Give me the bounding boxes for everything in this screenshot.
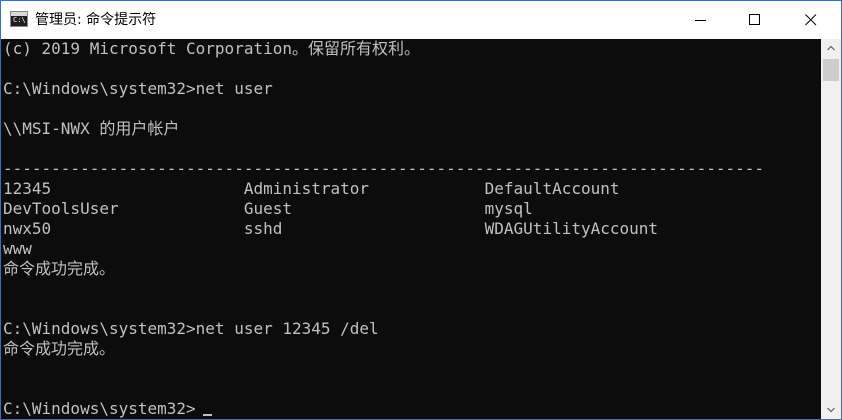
- console-line: C:\Windows\system32>: [3, 399, 196, 418]
- console-line: C:\Windows\system32>net user 12345 /del: [3, 319, 379, 338]
- minimize-button[interactable]: [677, 1, 723, 39]
- chevron-up-icon: [827, 45, 835, 51]
- cmd-app-icon[interactable]: C:\: [10, 11, 28, 27]
- scroll-up-button[interactable]: [821, 39, 841, 57]
- title-bar[interactable]: C:\ 管理员: 命令提示符: [1, 1, 841, 39]
- scroll-down-button[interactable]: [821, 401, 841, 419]
- console-line: (c) 2019 Microsoft Corporation。保留所有权利。: [3, 39, 420, 58]
- console-text: (c) 2019 Microsoft Corporation。保留所有权利。 C…: [3, 39, 764, 419]
- minimize-icon: [695, 20, 706, 21]
- console-line: C:\Windows\system32>net user: [3, 79, 273, 98]
- console-line: ----------------------------------------…: [3, 159, 764, 178]
- close-icon: [805, 14, 817, 26]
- console-line: 命令成功完成。: [3, 259, 116, 278]
- cmd-app-icon-text: C:\: [13, 16, 26, 24]
- console-line: \\MSI-NWX 的用户帐户: [3, 119, 180, 138]
- console-line: www: [3, 239, 32, 258]
- text-cursor: [203, 414, 212, 416]
- console-line: 命令成功完成。: [3, 339, 116, 358]
- command-prompt-window: C:\ 管理员: 命令提示符 (c) 2019 Microsoft Corpor…: [0, 0, 842, 420]
- window-title: 管理员: 命令提示符: [35, 12, 157, 28]
- close-button[interactable]: [787, 1, 833, 39]
- maximize-icon: [749, 14, 760, 25]
- maximize-button[interactable]: [731, 1, 777, 39]
- console-line: 12345 Administrator DefaultAccount: [3, 179, 620, 198]
- console-line: DevToolsUser Guest mysql: [3, 199, 533, 218]
- console-line: nwx50 sshd WDAGUtilityAccount: [3, 219, 659, 238]
- chevron-down-icon: [827, 407, 835, 413]
- vertical-scrollbar[interactable]: [821, 39, 841, 419]
- scroll-thumb[interactable]: [823, 59, 839, 81]
- console-output[interactable]: (c) 2019 Microsoft Corporation。保留所有权利。 C…: [1, 39, 821, 419]
